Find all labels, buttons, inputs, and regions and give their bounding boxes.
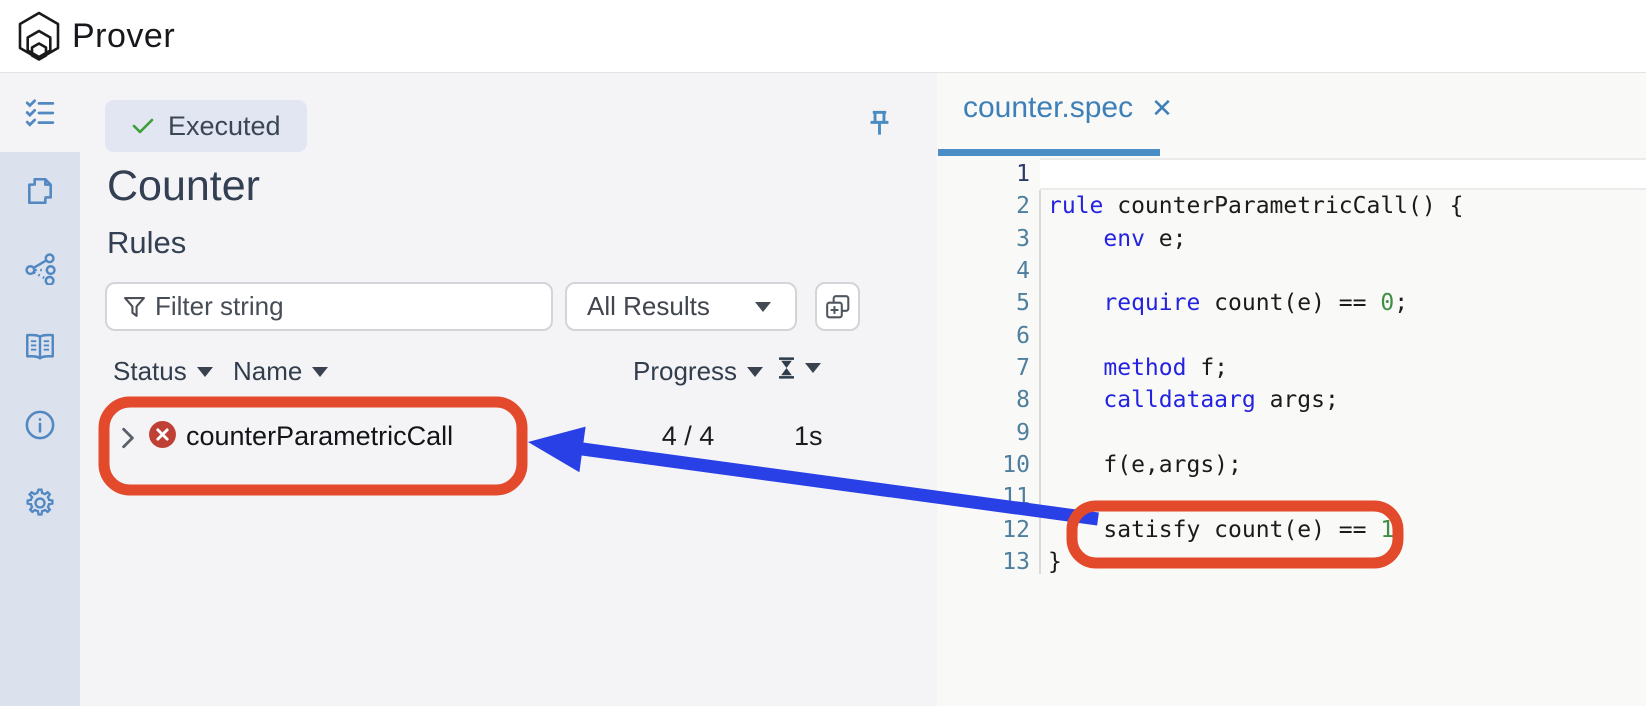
- docs-book-icon: [23, 331, 57, 363]
- code-line-text: [1030, 255, 1646, 287]
- code-line-7: 7 method f;: [937, 352, 1646, 384]
- line-number: 7: [937, 352, 1030, 384]
- code-line-text: [1040, 158, 1646, 190]
- column-header-progress[interactable]: Progress: [633, 356, 763, 387]
- files-icon: [24, 175, 56, 207]
- filter-field: [105, 282, 553, 331]
- filter-input[interactable]: [155, 284, 545, 329]
- expand-all-icon: [825, 294, 851, 320]
- rule-duration: 1s: [794, 421, 823, 452]
- code-line-12: 12 satisfy count(e) == 1;: [937, 514, 1646, 546]
- sort-caret-icon: [312, 367, 328, 377]
- hourglass-icon: [778, 356, 795, 380]
- line-number: 5: [937, 287, 1030, 319]
- spec-editor-panel: counter.spec ✕ 12rule counterParametricC…: [937, 73, 1646, 706]
- sidebar-item-info[interactable]: [0, 386, 80, 464]
- gutter-separator: [1039, 190, 1041, 574]
- code-line-text: f(e,args);: [1030, 449, 1646, 481]
- rule-row-counterParametricCall[interactable]: counterParametricCall 4 / 4 1s: [80, 410, 937, 466]
- code-line-3: 3 env e;: [937, 223, 1646, 255]
- code-line-13: 13}: [937, 546, 1646, 578]
- rules-panel: Executed Counter Rules All Results: [80, 73, 937, 706]
- error-circle-x-icon: [148, 420, 177, 449]
- code-line-text: require count(e) == 0;: [1030, 287, 1646, 319]
- code-line-10: 10 f(e,args);: [937, 449, 1646, 481]
- code-area: 12rule counterParametricCall() {3 env e;…: [937, 152, 1646, 706]
- code-line-text: env e;: [1030, 223, 1646, 255]
- code-line-text: [1030, 481, 1646, 513]
- info-icon: [24, 409, 56, 441]
- sidebar-item-call-graph[interactable]: [0, 230, 80, 308]
- results-filter-value: All Results: [587, 291, 710, 322]
- code-line-2: 2rule counterParametricCall() {: [937, 190, 1646, 222]
- chevron-down-icon: [755, 302, 771, 312]
- funnel-icon: [123, 296, 146, 319]
- name-header-label: Name: [233, 356, 302, 387]
- tab-counter-spec[interactable]: counter.spec ✕: [963, 91, 1173, 125]
- page-title: Counter: [107, 162, 260, 211]
- line-number: 6: [937, 320, 1030, 352]
- sidebar-item-settings[interactable]: [0, 464, 80, 542]
- code-line-text: rule counterParametricCall() {: [1030, 190, 1646, 222]
- code-line-text: satisfy count(e) == 1;: [1030, 514, 1646, 546]
- results-filter-select[interactable]: All Results: [565, 282, 797, 331]
- code-line-6: 6: [937, 320, 1646, 352]
- status-badge-label: Executed: [168, 111, 281, 142]
- sort-caret-icon: [747, 367, 763, 377]
- line-number: 4: [937, 255, 1030, 287]
- rules-table-header: Status Name Progress: [80, 356, 937, 386]
- code-line-5: 5 require count(e) == 0;: [937, 287, 1646, 319]
- sidebar-item-docs[interactable]: [0, 308, 80, 386]
- progress-header-label: Progress: [633, 356, 737, 387]
- sidebar-item-files[interactable]: [0, 152, 80, 230]
- line-number: 1: [937, 158, 1030, 190]
- code-line-text: [1030, 320, 1646, 352]
- rules-section-title: Rules: [107, 225, 186, 261]
- tab-label: counter.spec: [963, 91, 1133, 125]
- check-icon: [131, 116, 155, 136]
- rule-name: counterParametricCall: [186, 421, 453, 452]
- line-number: 8: [937, 384, 1030, 416]
- code-line-11: 11: [937, 481, 1646, 513]
- chevron-right-icon[interactable]: [120, 426, 136, 450]
- line-number: 2: [937, 190, 1030, 222]
- app-header: Prover: [0, 0, 1646, 73]
- sort-caret-icon: [197, 367, 213, 377]
- code-line-text: [1030, 417, 1646, 449]
- status-header-label: Status: [113, 356, 187, 387]
- close-icon[interactable]: ✕: [1151, 93, 1173, 124]
- line-number: 12: [937, 514, 1030, 546]
- line-number: 9: [937, 417, 1030, 449]
- code-line-text: method f;: [1030, 352, 1646, 384]
- line-number: 10: [937, 449, 1030, 481]
- code-line-1: 1: [937, 158, 1646, 190]
- code-line-text: calldataarg args;: [1030, 384, 1646, 416]
- sort-caret-icon: [805, 363, 821, 373]
- code-lines: 12rule counterParametricCall() {3 env e;…: [937, 158, 1646, 578]
- pin-button[interactable]: [866, 109, 893, 143]
- code-line-9: 9: [937, 417, 1646, 449]
- line-number: 13: [937, 546, 1030, 578]
- icon-sidebar: [0, 73, 80, 706]
- settings-gear-icon: [24, 487, 56, 519]
- rule-progress: 4 / 4: [648, 421, 728, 452]
- prover-logo-icon: [14, 10, 64, 62]
- column-header-status[interactable]: Status: [113, 356, 213, 387]
- call-graph-icon: [24, 253, 56, 285]
- sidebar-item-rules[interactable]: [0, 73, 80, 152]
- line-number: 11: [937, 481, 1030, 513]
- pin-icon: [866, 109, 893, 138]
- rules-checklist-icon: [24, 97, 56, 129]
- code-line-4: 4: [937, 255, 1646, 287]
- status-badge: Executed: [105, 100, 307, 152]
- app-title: Prover: [72, 17, 175, 56]
- code-line-8: 8 calldataarg args;: [937, 384, 1646, 416]
- editor-tab-bar: counter.spec ✕: [937, 73, 1646, 152]
- column-header-duration[interactable]: [778, 356, 821, 380]
- line-number: 3: [937, 223, 1030, 255]
- column-header-name[interactable]: Name: [233, 356, 328, 387]
- code-line-text: }: [1030, 546, 1646, 578]
- expand-all-button[interactable]: [815, 282, 860, 331]
